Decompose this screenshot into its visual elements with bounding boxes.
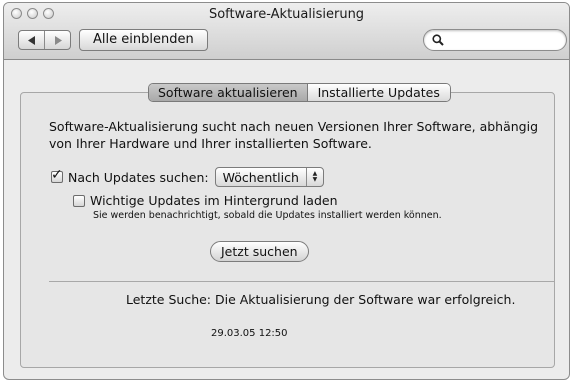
back-forward-control <box>18 30 71 50</box>
show-all-button[interactable]: Alle einblenden <box>79 29 208 51</box>
check-updates-label[interactable]: Nach Updates suchen: <box>68 170 209 185</box>
chevron-right-icon <box>54 35 62 45</box>
check-now-button[interactable]: Jetzt suchen <box>210 241 309 262</box>
last-check-date: 29.03.05 12:50 <box>211 328 288 339</box>
tab-installierte-updates[interactable]: Installierte Updates <box>306 84 450 101</box>
popup-arrows-icon: ▲ ▼ <box>305 168 323 186</box>
frequency-popup[interactable]: Wöchentlich ▲ ▼ <box>214 167 324 187</box>
divider <box>49 281 554 282</box>
search-input[interactable] <box>448 32 560 48</box>
search-icon <box>432 34 444 46</box>
forward-button[interactable] <box>44 31 70 49</box>
preferences-window: Software-Aktualisierung Alle einblenden … <box>3 2 570 380</box>
window-title: Software-Aktualisierung <box>208 7 365 22</box>
background-download-row: Wichtige Updates im Hintergrund laden <box>73 193 338 208</box>
tab-bar: Software aktualisieren Installierte Upda… <box>148 83 451 102</box>
last-check-status: Letzte Suche: Die Aktualisierung der Sof… <box>126 292 516 307</box>
checkmark-icon: ✓ <box>51 167 63 183</box>
description-text: Software-Aktualisierung sucht nach neuen… <box>49 119 539 151</box>
toolbar: Software-Aktualisierung Alle einblenden <box>4 3 569 60</box>
tab-software-aktualisieren[interactable]: Software aktualisieren <box>149 84 307 101</box>
search-field[interactable] <box>423 29 567 51</box>
frequency-value: Wöchentlich <box>222 169 299 185</box>
chevron-left-icon <box>27 35 35 45</box>
background-download-label[interactable]: Wichtige Updates im Hintergrund laden <box>90 193 338 208</box>
back-button[interactable] <box>19 31 44 49</box>
background-download-checkbox[interactable] <box>73 194 85 207</box>
check-updates-row: ✓ Nach Updates suchen: Wöchentlich ▲ ▼ <box>51 167 324 187</box>
check-updates-checkbox[interactable]: ✓ <box>51 167 63 183</box>
background-download-note: Sie werden benachrichtigt, sobald die Up… <box>93 210 442 221</box>
